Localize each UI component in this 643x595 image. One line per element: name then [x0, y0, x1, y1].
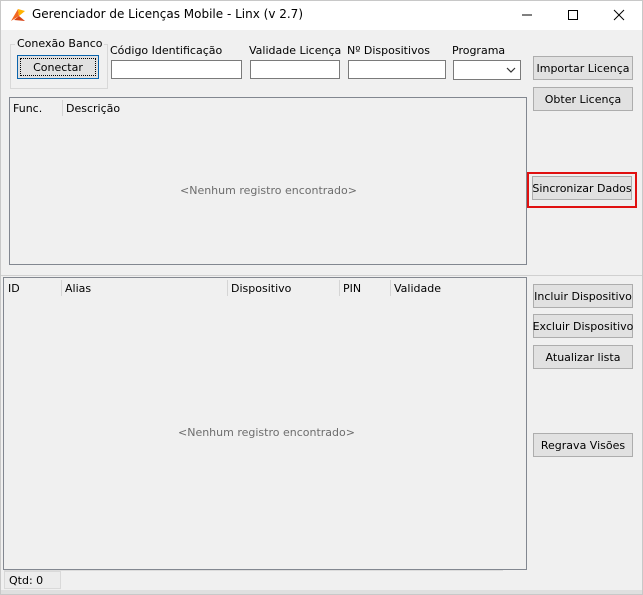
status-bar: [4, 570, 503, 590]
column-separator: [62, 100, 63, 116]
highlight-frame: [527, 172, 637, 208]
title-bar[interactable]: Gerenciador de Licenças Mobile - Linx (v…: [0, 0, 643, 30]
close-button[interactable]: [596, 0, 642, 30]
maximize-button[interactable]: [550, 0, 596, 30]
validade-licenca-input[interactable]: [250, 60, 340, 79]
connection-group-label: Conexão Banco: [15, 37, 105, 50]
dispositivos-label: Nº Dispositivos: [347, 44, 431, 57]
qtd-count: Qtd: 0: [9, 574, 44, 587]
programa-label: Programa: [452, 44, 506, 57]
column-header-pin[interactable]: PIN: [343, 282, 361, 295]
column-header-validade[interactable]: Validade: [394, 282, 441, 295]
programa-select[interactable]: [453, 60, 521, 80]
column-separator: [227, 280, 228, 296]
column-separator: [390, 280, 391, 296]
column-header-func[interactable]: Func.: [13, 102, 42, 115]
linx-logo-icon: [11, 9, 25, 21]
close-icon: [613, 9, 625, 21]
atualizar-lista-button[interactable]: Atualizar lista: [533, 345, 633, 369]
obter-licenca-button[interactable]: Obter Licença: [533, 87, 633, 111]
minimize-icon: [522, 14, 532, 16]
connect-button[interactable]: Conectar: [17, 55, 99, 79]
devices-empty-message: <Nenhum registro encontrado>: [178, 426, 355, 439]
column-header-alias[interactable]: Alias: [65, 282, 91, 295]
column-header-id[interactable]: ID: [8, 282, 20, 295]
num-dispositivos-input[interactable]: [348, 60, 446, 79]
bottom-edge: [0, 590, 643, 595]
codigo-identificacao-input[interactable]: [111, 60, 242, 79]
panel-splitter[interactable]: [0, 271, 643, 276]
column-header-descricao[interactable]: Descrição: [66, 102, 120, 115]
maximize-icon: [568, 10, 578, 20]
functions-empty-message: <Nenhum registro encontrado>: [180, 184, 357, 197]
devices-grid[interactable]: ID Alias Dispositivo PIN Validade <Nenhu…: [3, 277, 527, 570]
window-title: Gerenciador de Licenças Mobile - Linx (v…: [32, 7, 303, 21]
excluir-dispositivo-button[interactable]: Excluir Dispositivo: [533, 314, 633, 338]
regrava-visoes-button[interactable]: Regrava Visões: [533, 433, 633, 457]
functions-grid[interactable]: Func. Descrição <Nenhum registro encontr…: [9, 97, 527, 265]
column-header-dispositivo[interactable]: Dispositivo: [231, 282, 291, 295]
minimize-button[interactable]: [504, 0, 550, 30]
validade-label: Validade Licença: [249, 44, 342, 57]
importar-licenca-button[interactable]: Importar Licença: [533, 56, 633, 80]
incluir-dispositivo-button[interactable]: Incluir Dispositivo: [533, 284, 633, 308]
chevron-down-icon: [506, 67, 516, 73]
column-separator: [339, 280, 340, 296]
license-manager-window: { "window": { "title": "Gerenciador de L…: [0, 0, 643, 595]
codigo-label: Código Identificação: [110, 44, 223, 57]
qtd-status-panel: Qtd: 0: [4, 571, 61, 589]
column-separator: [61, 280, 62, 296]
